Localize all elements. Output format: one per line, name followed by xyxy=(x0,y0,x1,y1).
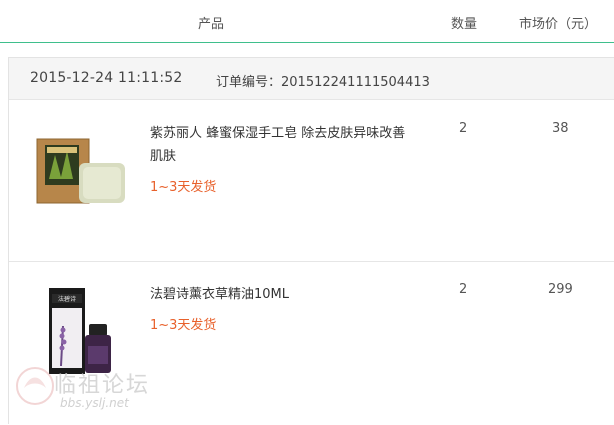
item-price: 299 xyxy=(548,282,573,297)
product-image-soap[interactable] xyxy=(35,133,135,208)
order-item: 紫苏丽人 蜂蜜保湿手工皂 除去皮肤异味改善肌肤 1~3天发货 2 38 xyxy=(9,100,614,262)
item-price: 38 xyxy=(552,121,569,136)
header-market-price: 市场价（元） xyxy=(519,17,598,32)
shipping-time: 1~3天发货 xyxy=(150,318,217,333)
order-info-bar: 2015-12-24 11:11:52 订单编号：201512241111504… xyxy=(9,58,614,100)
brand-box-label: 法碧诗 xyxy=(58,295,76,303)
watermark-text: 临祖论坛 xyxy=(54,373,151,398)
order-date: 2015-12-24 11:11:52 xyxy=(30,70,183,86)
order-number: 订单编号：201512241111504413 xyxy=(216,75,430,90)
shipping-time: 1~3天发货 xyxy=(150,180,217,195)
product-title[interactable]: 紫苏丽人 蜂蜜保湿手工皂 除去皮肤异味改善肌肤 xyxy=(150,122,410,168)
header-quantity: 数量 xyxy=(451,17,478,32)
item-quantity: 2 xyxy=(459,121,468,136)
watermark-url: bbs.yslj.net xyxy=(60,396,129,410)
product-title[interactable]: 法碧诗薰衣草精油10ML xyxy=(150,283,410,306)
item-quantity: 2 xyxy=(459,282,468,297)
header-product: 产品 xyxy=(198,17,225,32)
table-header: 产品 数量 市场价（元） xyxy=(0,0,614,43)
